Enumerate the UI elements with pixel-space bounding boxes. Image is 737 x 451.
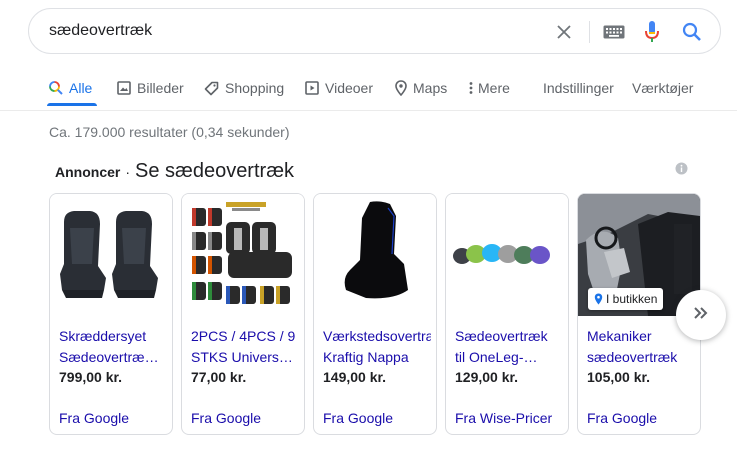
in-store-badge: I butikken	[588, 288, 664, 310]
tab-label: Værktøjer	[632, 80, 694, 96]
clear-icon[interactable]	[549, 9, 579, 55]
product-price: 149,00 kr.	[323, 369, 387, 385]
tab-label: Billeder	[137, 80, 184, 96]
search-bar: sædeovertræk	[28, 8, 721, 54]
more-vert-icon	[469, 81, 473, 95]
product-seller[interactable]: Fra Google	[191, 410, 261, 426]
product-title-line: Sædeovertræk	[455, 328, 548, 344]
map-pin-icon	[594, 293, 603, 305]
product-image[interactable]	[314, 194, 436, 316]
product-title[interactable]: Mekaniker sædeovertræk	[587, 326, 695, 368]
product-seller[interactable]: Fra Google	[59, 410, 129, 426]
product-title-line: Sædeovertræ…	[59, 349, 159, 365]
product-price: 105,00 kr.	[587, 369, 651, 385]
product-seller[interactable]: Fra Wise-Pricer	[455, 410, 552, 426]
tab-indstillinger[interactable]: Indstillinger	[543, 70, 614, 106]
badge-label: I butikken	[606, 292, 658, 306]
active-tab-indicator	[47, 103, 97, 106]
product-price: 129,00 kr.	[455, 369, 519, 385]
carousel-next-button[interactable]	[676, 290, 726, 340]
tab-billeder[interactable]: Billeder	[117, 70, 184, 106]
tab-label: Maps	[413, 80, 448, 96]
product-title-line: STKS Univers…	[191, 349, 293, 365]
product-card[interactable]: Skræddersyet Sædeovertræ… 799,00 kr. Fra…	[49, 193, 173, 435]
tab-label: Shopping	[225, 80, 285, 96]
ads-title: Se sædeovertræk	[135, 160, 294, 182]
microphone-icon[interactable]	[635, 9, 669, 55]
play-icon	[305, 81, 319, 95]
tab-label: Indstillinger	[543, 80, 614, 96]
tab-vaerktoejer[interactable]: Værktøjer	[632, 70, 693, 106]
ads-label: Annoncer	[55, 164, 121, 180]
product-image[interactable]	[446, 194, 568, 316]
product-card[interactable]: 2PCS / 4PCS / 9 STKS Univers… 77,00 kr. …	[181, 193, 305, 435]
searchbar-divider	[589, 21, 590, 43]
ads-separator: ·	[125, 164, 131, 180]
product-title[interactable]: Sædeovertræk til OneLeg-…	[455, 326, 563, 368]
product-title-line: til OneLeg-…	[455, 349, 538, 365]
image-icon	[117, 81, 131, 95]
tab-videoer[interactable]: Videoer	[305, 70, 373, 106]
result-stats: Ca. 179.000 resultater (0,34 sekunder)	[49, 124, 290, 140]
search-icon[interactable]	[675, 9, 709, 55]
product-price: 77,00 kr.	[191, 369, 247, 385]
product-seller[interactable]: Fra Google	[323, 410, 393, 426]
product-price: 799,00 kr.	[59, 369, 123, 385]
map-pin-icon	[395, 80, 407, 96]
product-title-line: Skræddersyet	[59, 328, 147, 344]
search-tabs: Alle Billeder Shopping Videoer Maps Mere…	[0, 70, 737, 110]
product-seller[interactable]: Fra Google	[587, 410, 657, 426]
tab-alle[interactable]: Alle	[49, 70, 92, 106]
product-title-line: 2PCS / 4PCS / 9	[191, 328, 296, 344]
product-title[interactable]: 2PCS / 4PCS / 9 STKS Univers…	[191, 326, 299, 368]
product-card[interactable]: Værkstedsovertræ Kraftig Nappa 149,00 kr…	[313, 193, 437, 435]
keyboard-icon[interactable]	[597, 9, 631, 55]
tab-shopping[interactable]: Shopping	[204, 70, 284, 106]
tab-label: Alle	[69, 80, 93, 96]
search-input[interactable]: sædeovertræk	[49, 22, 152, 40]
info-icon[interactable]	[675, 162, 688, 180]
tab-mere[interactable]: Mere	[469, 70, 510, 106]
product-title-line: Værkstedsovertræ	[323, 328, 431, 344]
tab-maps[interactable]: Maps	[395, 70, 447, 106]
search-icon	[49, 81, 63, 95]
double-chevron-right-icon	[692, 306, 710, 325]
product-title-line: Kraftig Nappa	[323, 349, 409, 365]
tabs-divider	[0, 110, 737, 111]
product-image[interactable]	[50, 194, 172, 316]
product-title-line: sædeovertræk	[587, 349, 678, 365]
ads-header: Annoncer · Se sædeovertræk	[55, 160, 294, 183]
product-title[interactable]: Værkstedsovertræ Kraftig Nappa	[323, 326, 431, 368]
tab-label: Videoer	[325, 80, 374, 96]
product-title-line: Mekaniker	[587, 328, 652, 344]
tag-icon	[204, 81, 219, 96]
product-image[interactable]	[182, 194, 304, 316]
tab-label: Mere	[478, 80, 510, 96]
product-card[interactable]: Sædeovertræk til OneLeg-… 129,00 kr. Fra…	[445, 193, 569, 435]
product-title[interactable]: Skræddersyet Sædeovertræ…	[59, 326, 167, 368]
